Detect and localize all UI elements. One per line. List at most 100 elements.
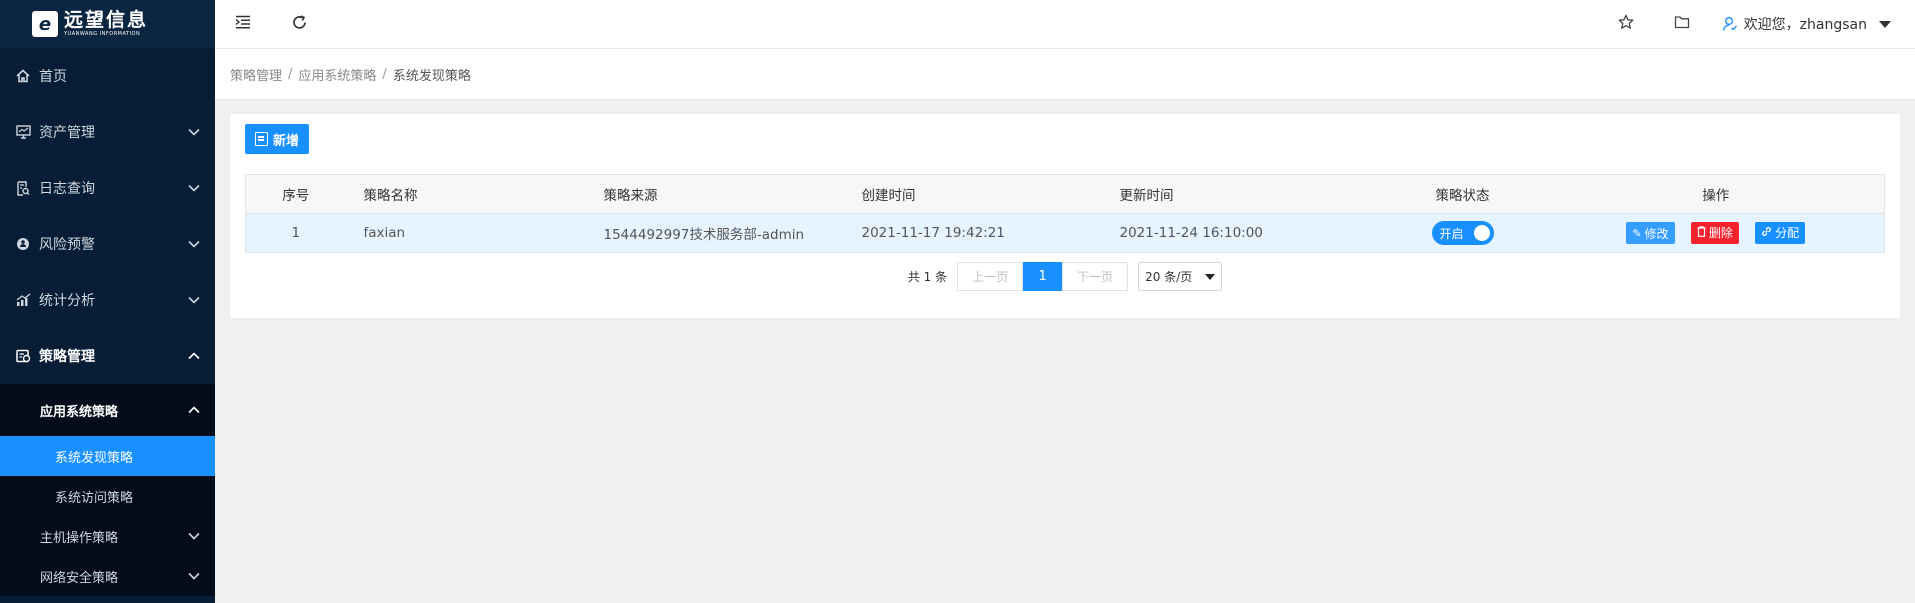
cell-source: 1544492997技术服务部-admin xyxy=(603,213,862,253)
indent-icon xyxy=(235,15,251,33)
add-button-label: 新增 xyxy=(273,133,300,149)
document-add-icon xyxy=(255,132,268,146)
breadcrumb-item[interactable]: 应用系统策略 xyxy=(298,65,376,84)
edit-button[interactable]: ✎ 修改 xyxy=(1626,222,1675,245)
sidebar-item-app-system-policy[interactable]: 应用系统策略 xyxy=(0,384,215,436)
sidebar-item-label: 系统访问策略 xyxy=(55,490,134,506)
log-search-icon xyxy=(15,180,31,196)
collapse-menu-button[interactable] xyxy=(215,0,271,49)
cell-actions: ✎ 修改 删除 分配 xyxy=(1547,213,1885,253)
logo-name: 远望信息 xyxy=(64,9,149,31)
top-header: 欢迎您，zhangsan xyxy=(215,0,1915,49)
chevron-down-icon xyxy=(188,126,200,138)
column-header: 策略名称 xyxy=(345,174,604,214)
logo[interactable]: e 远望信息 YUANWANG INFORMATION xyxy=(0,0,215,48)
status-toggle-label: 开启 xyxy=(1439,226,1464,241)
assign-button-label: 分配 xyxy=(1775,226,1800,241)
policy-submenu: 应用系统策略 系统发现策略 系统访问策略 主机操作策略 网络安全策略 xyxy=(0,384,215,596)
chevron-down-icon xyxy=(188,182,200,194)
chevron-up-icon xyxy=(188,403,200,418)
next-page-button[interactable]: 下一页 xyxy=(1062,262,1129,291)
sidebar-item-discovery-policy[interactable]: 系统发现策略 xyxy=(0,436,215,476)
chevron-down-icon xyxy=(188,569,200,584)
sidebar-item-risk[interactable]: 风险预警 xyxy=(0,216,215,272)
table-row[interactable]: 1 faxian 1544492997技术服务部-admin 2021-11-1… xyxy=(245,213,1885,253)
sidebar-item-label: 网络安全策略 xyxy=(40,570,119,586)
column-header: 创建时间 xyxy=(861,174,1120,214)
pagination: 共 1 条 上一页 1 下一页 20 条/页 xyxy=(230,262,1900,291)
sidebar-item-logs[interactable]: 日志查询 xyxy=(0,160,215,216)
column-header: 策略状态 xyxy=(1377,174,1548,214)
prev-page-button[interactable]: 上一页 xyxy=(957,262,1024,291)
user-menu[interactable]: 欢迎您，zhangsan xyxy=(1722,14,1891,34)
chart-icon xyxy=(15,292,31,308)
column-header: 序号 xyxy=(245,174,346,214)
table-header-row: 序号 策略名称 策略来源 创建时间 更新时间 策略状态 操作 xyxy=(245,174,1885,214)
sidebar-item-label: 应用系统策略 xyxy=(40,404,119,420)
user-icon xyxy=(1722,16,1738,32)
folder-icon xyxy=(1674,15,1690,33)
pencil-icon: ✎ xyxy=(1632,226,1642,240)
link-icon xyxy=(1761,226,1772,240)
breadcrumb: 策略管理 / 应用系统策略 / 系统发现策略 xyxy=(215,49,1915,100)
sidebar: e 远望信息 YUANWANG INFORMATION 首页 资产管理 日志查询… xyxy=(0,0,215,603)
refresh-icon xyxy=(292,14,307,34)
logo-subtitle: YUANWANG INFORMATION xyxy=(64,31,141,37)
toggle-knob xyxy=(1473,225,1490,241)
page-number-current[interactable]: 1 xyxy=(1023,262,1063,291)
breadcrumb-item[interactable]: 策略管理 xyxy=(230,65,282,84)
sidebar-item-access-policy[interactable]: 系统访问策略 xyxy=(0,476,215,516)
sidebar-item-label: 资产管理 xyxy=(39,125,95,141)
sidebar-item-host-policy[interactable]: 主机操作策略 xyxy=(0,516,215,556)
chevron-down-icon xyxy=(188,294,200,306)
sidebar-item-network-policy[interactable]: 网络安全策略 xyxy=(0,556,215,596)
sidebar-item-home[interactable]: 首页 xyxy=(0,48,215,104)
page-size-value: 20 条/页 xyxy=(1145,270,1193,284)
sidebar-item-stats[interactable]: 统计分析 xyxy=(0,272,215,328)
favorites-button[interactable] xyxy=(1598,0,1654,49)
welcome-text: 欢迎您，zhangsan xyxy=(1743,17,1867,33)
alert-icon xyxy=(15,236,31,252)
column-header: 更新时间 xyxy=(1119,174,1378,214)
trash-icon xyxy=(1697,225,1706,240)
dropdown-arrow-icon xyxy=(1205,273,1216,280)
content-card: 新增 序号 策略名称 策略来源 创建时间 更新时间 策略状态 操作 1 faxi… xyxy=(230,114,1900,318)
column-header: 操作 xyxy=(1547,174,1885,214)
edit-button-label: 修改 xyxy=(1644,226,1669,241)
sidebar-item-assets[interactable]: 资产管理 xyxy=(0,104,215,160)
folder-button[interactable] xyxy=(1654,0,1710,49)
sidebar-item-label: 风险预警 xyxy=(39,237,95,253)
logo-mark: e xyxy=(32,11,58,37)
cell-updated: 2021-11-24 16:10:00 xyxy=(1119,213,1378,253)
delete-button[interactable]: 删除 xyxy=(1690,221,1739,244)
add-button[interactable]: 新增 xyxy=(245,124,310,154)
cell-name: faxian xyxy=(345,213,604,253)
policy-table: 序号 策略名称 策略来源 创建时间 更新时间 策略状态 操作 1 faxian … xyxy=(245,174,1885,253)
home-icon xyxy=(15,68,31,84)
breadcrumb-current: 系统发现策略 xyxy=(392,68,471,84)
sidebar-item-label: 系统发现策略 xyxy=(55,450,134,466)
sidebar-item-label: 首页 xyxy=(39,69,67,85)
chevron-down-icon xyxy=(188,529,200,544)
caret-down-icon xyxy=(1879,20,1891,28)
assign-button[interactable]: 分配 xyxy=(1755,221,1806,244)
sidebar-item-label: 主机操作策略 xyxy=(40,530,119,546)
breadcrumb-separator: / xyxy=(288,66,293,82)
cell-status: 开启 xyxy=(1377,213,1548,253)
sidebar-item-policy[interactable]: 策略管理 xyxy=(0,328,215,384)
star-icon xyxy=(1618,14,1634,34)
sidebar-item-label: 统计分析 xyxy=(39,293,95,309)
page-size-select[interactable]: 20 条/页 xyxy=(1138,262,1223,291)
policy-icon xyxy=(15,348,31,364)
status-toggle[interactable]: 开启 xyxy=(1431,221,1494,245)
sidebar-item-label: 日志查询 xyxy=(39,181,95,197)
cell-created: 2021-11-17 19:42:21 xyxy=(861,213,1120,253)
chevron-down-icon xyxy=(188,238,200,250)
refresh-button[interactable] xyxy=(271,0,327,49)
delete-button-label: 删除 xyxy=(1708,226,1733,241)
chevron-up-icon xyxy=(188,350,200,362)
breadcrumb-separator: / xyxy=(382,66,387,82)
sidebar-item-label: 策略管理 xyxy=(39,349,95,365)
column-header: 策略来源 xyxy=(603,174,862,214)
pagination-total: 共 1 条 xyxy=(907,270,948,284)
